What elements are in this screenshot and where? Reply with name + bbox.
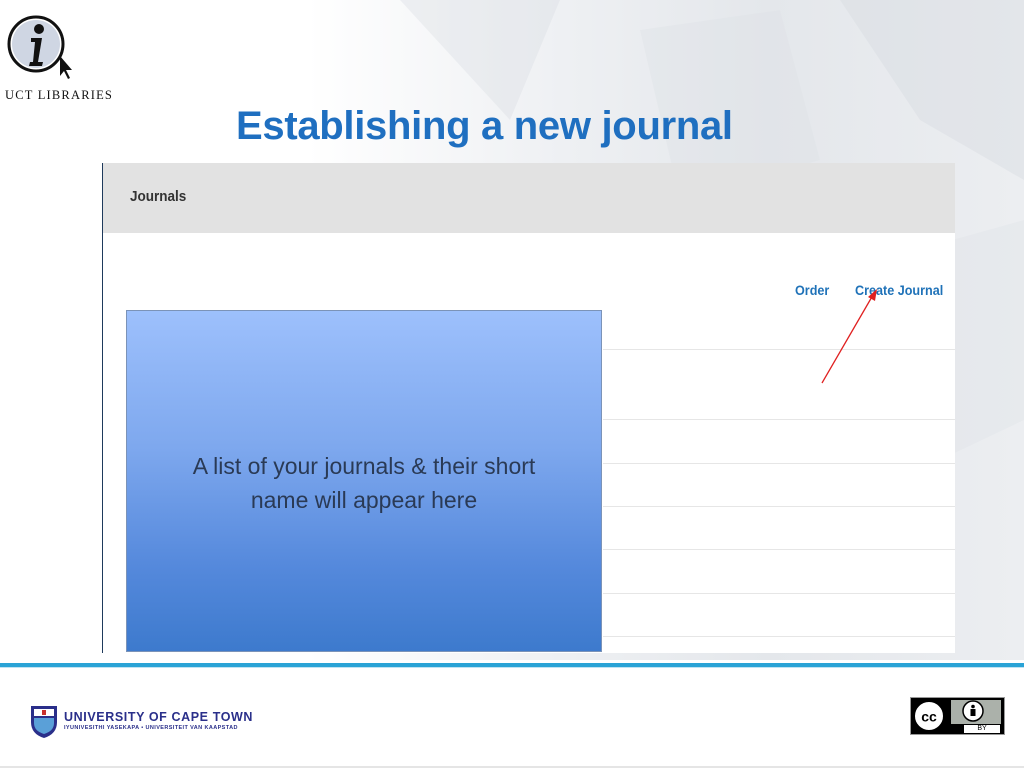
table-row (603, 419, 955, 420)
table-row (603, 549, 955, 550)
panel-header: Journals (103, 163, 955, 233)
callout-line-1: A list of your journals & their short (192, 453, 536, 479)
uct-crest-icon (31, 706, 57, 738)
svg-text:cc: cc (921, 709, 937, 725)
license-label: BY (964, 725, 1000, 733)
logo-caption: UCT LIBRARIES (5, 88, 114, 102)
table-row (603, 349, 955, 350)
callout-text: A list of your journals & their short na… (127, 449, 601, 517)
table-row (603, 636, 955, 637)
table-row (603, 463, 955, 464)
slide-title: Establishing a new journal (236, 104, 733, 148)
footer-rule-highlight (0, 667, 1024, 668)
journal-list-callout: A list of your journals & their short na… (126, 310, 602, 652)
university-subtitle: IYUNIVESITHI YASEKAPA • UNIVERSITEIT VAN… (64, 725, 238, 731)
panel-header-label: Journals (130, 188, 187, 205)
pointer-arrow (821, 289, 877, 384)
info-cursor-icon (7, 15, 72, 79)
table-row (603, 593, 955, 594)
creative-commons-by-icon: cc BY (910, 697, 1005, 735)
table-row (603, 506, 955, 507)
callout-line-2: name will appear here (250, 487, 478, 513)
university-name: UNIVERSITY OF CAPE TOWN (64, 710, 254, 724)
